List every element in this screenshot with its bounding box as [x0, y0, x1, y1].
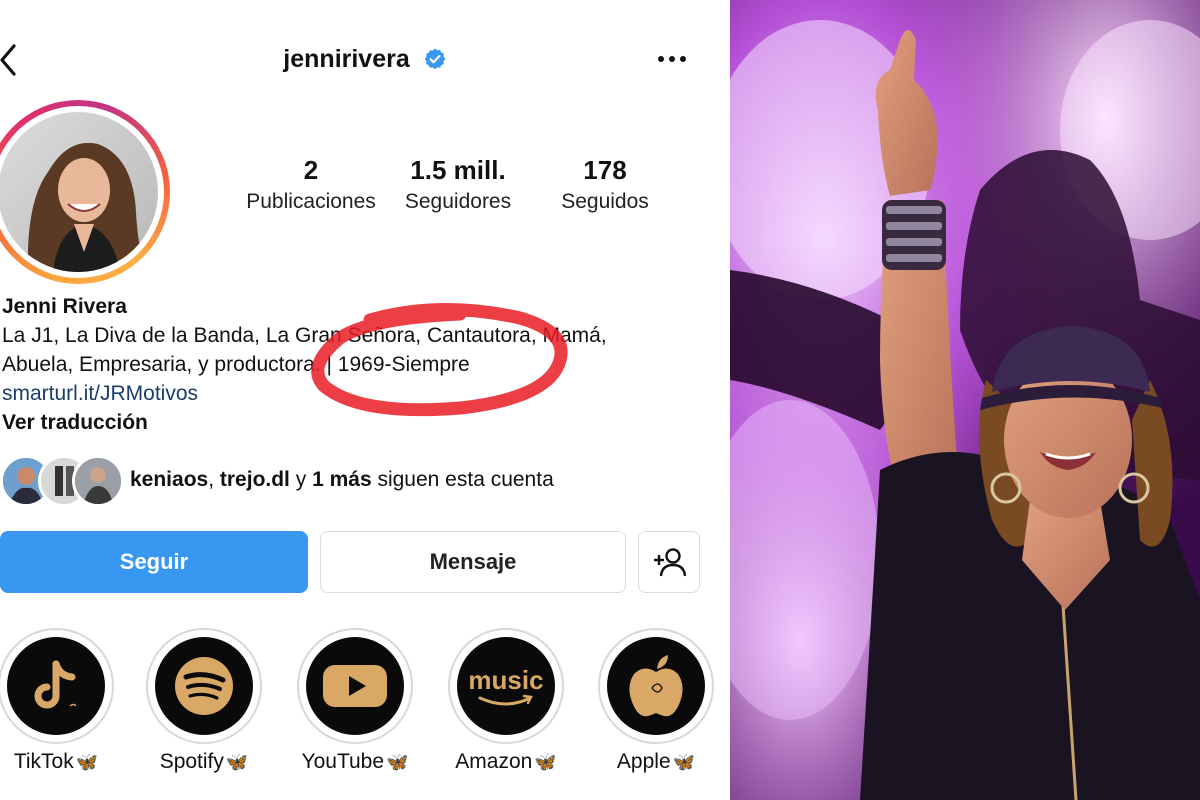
more-dots-icon	[658, 56, 686, 62]
butterfly-emoji: 🦋	[225, 752, 249, 772]
more-count: 1 más	[312, 468, 372, 491]
follower-name-1: keniaos	[130, 468, 209, 491]
tiktok-icon	[34, 660, 77, 709]
followed-by-suffix: siguen esta cuenta	[371, 468, 554, 491]
suggested-users-button[interactable]	[638, 531, 700, 593]
highlight-text: Amazon	[455, 750, 533, 773]
posts-label: Publicaciones	[246, 190, 376, 213]
butterfly-emoji: 🦋	[672, 752, 696, 772]
username-header: jennirivera	[0, 44, 730, 74]
highlight-text: Spotify	[159, 750, 224, 773]
highlight-spotify[interactable]: Spotify 🦋	[143, 628, 265, 774]
avatar	[0, 112, 158, 272]
follow-button[interactable]: Seguir	[0, 531, 308, 593]
profile-bio: Jenni Rivera La J1, La Diva de la Banda,…	[2, 292, 702, 437]
profile-stats: 2 Publicaciones 1.5 mill. Seguidores 178…	[240, 155, 670, 225]
highlight-youtube[interactable]: YouTube 🦋	[294, 628, 416, 774]
highlight-text: Apple	[616, 750, 671, 773]
amazon-music-icon: music	[468, 665, 544, 706]
conjunction: y	[289, 468, 313, 491]
highlight-text: YouTube	[301, 750, 385, 773]
bio-link[interactable]: smarturl.it/JRMotivos	[2, 379, 702, 408]
highlight-label: TikTok 🦋	[0, 750, 117, 774]
followed-by-text: keniaos, trejo.dl y 1 más siguen esta cu…	[130, 468, 554, 492]
highlight-label: Apple 🦋	[595, 750, 717, 774]
concert-photo	[730, 0, 1200, 800]
translate-link[interactable]: Ver traducción	[2, 408, 702, 437]
stat-followers[interactable]: 1.5 mill. Seguidores	[378, 155, 538, 214]
highlight-text: TikTok	[13, 750, 74, 773]
singer-on-stage-image	[730, 0, 1200, 800]
stat-following[interactable]: 178 Seguidos	[525, 155, 685, 214]
top-bar: jennirivera	[0, 30, 730, 90]
butterfly-emoji: 🦋	[534, 752, 557, 772]
follower-name-2: trejo.dl	[219, 468, 290, 491]
story-ring[interactable]	[0, 100, 170, 284]
apple-icon	[629, 655, 683, 717]
spotify-icon	[175, 657, 233, 715]
highlight-apple[interactable]: Apple 🦋	[595, 628, 717, 774]
follower-avatar	[72, 455, 124, 507]
youtube-icon	[323, 665, 387, 707]
followers-label: Seguidores	[404, 190, 512, 213]
posts-count: 2	[303, 155, 319, 185]
add-person-icon	[654, 548, 686, 577]
verified-badge-icon	[424, 48, 445, 70]
profile-photo	[0, 112, 158, 272]
message-button[interactable]: Mensaje	[320, 531, 626, 593]
bio-line-2: Abuela, Empresaria, y productora. | 1969…	[2, 353, 470, 376]
bio-line-1: La J1, La Diva de la Banda, La Gran Seño…	[2, 324, 607, 347]
amazon-logo-text: music	[468, 665, 543, 695]
stat-posts[interactable]: 2 Publicaciones	[231, 155, 391, 214]
followers-count: 1.5 mill.	[410, 155, 506, 185]
display-name: Jenni Rivera	[2, 295, 127, 318]
instagram-profile-panel: jennirivera 2 Publicaciones 1.5 mill. Se…	[0, 0, 730, 800]
highlight-label: Amazon 🦋	[445, 750, 567, 774]
highlight-label: YouTube 🦋	[294, 750, 416, 774]
more-options-button[interactable]	[654, 44, 690, 74]
butterfly-emoji: 🦋	[75, 752, 99, 772]
highlight-tiktok[interactable]: TikTok 🦋	[0, 628, 117, 774]
following-count: 178	[583, 155, 627, 185]
separator: ,	[208, 468, 220, 491]
followed-by[interactable]: keniaos, trejo.dl y 1 más siguen esta cu…	[0, 455, 700, 511]
following-label: Seguidos	[561, 190, 649, 213]
butterfly-emoji: 🦋	[386, 752, 409, 772]
highlight-amazon[interactable]: music Amazon 🦋	[445, 628, 567, 774]
username: jennirivera	[283, 44, 410, 73]
highlight-label: Spotify 🦋	[143, 750, 265, 774]
